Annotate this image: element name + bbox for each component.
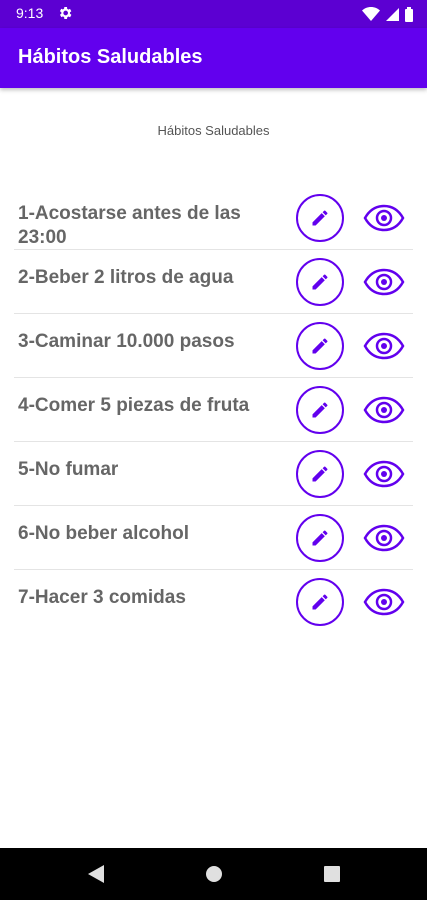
pencil-icon <box>312 338 328 354</box>
battery-icon <box>405 6 413 22</box>
view-button[interactable] <box>360 200 408 236</box>
eye-icon <box>363 588 405 616</box>
eye-icon <box>363 332 405 360</box>
home-button[interactable] <box>204 864 224 884</box>
habit-row: 4-Comer 5 piezas de fruta <box>0 378 427 442</box>
habit-row: 7-Hacer 3 comidas <box>0 570 427 634</box>
app-bar: Hábitos Saludables <box>0 28 427 88</box>
edit-button[interactable] <box>296 386 344 434</box>
eye-icon <box>363 204 405 232</box>
view-button[interactable] <box>360 520 408 556</box>
navigation-bar <box>0 848 427 900</box>
edit-button[interactable] <box>296 322 344 370</box>
pencil-icon <box>312 594 328 610</box>
recents-icon <box>324 866 340 882</box>
view-button[interactable] <box>360 584 408 620</box>
habit-list: 1-Acostarse antes de las 23:00 2-Beber 2… <box>0 186 427 634</box>
page-subtitle: Hábitos Saludables <box>157 123 270 138</box>
back-icon <box>88 865 104 883</box>
habit-row: 5-No fumar <box>0 442 427 506</box>
edit-button[interactable] <box>296 450 344 498</box>
view-button[interactable] <box>360 264 408 300</box>
habit-label: 4-Comer 5 piezas de fruta <box>18 395 250 416</box>
habit-label: 2-Beber 2 litros de agua <box>18 267 234 288</box>
habit-row: 3-Caminar 10.000 pasos <box>0 314 427 378</box>
habit-row: 1-Acostarse antes de las 23:00 <box>0 186 427 250</box>
eye-icon <box>363 396 405 424</box>
habit-label: 1-Acostarse antes de las 23:00 <box>18 203 241 248</box>
eye-icon <box>363 268 405 296</box>
pencil-icon <box>312 466 328 482</box>
app-bar-title: Hábitos Saludables <box>18 46 203 68</box>
habit-row: 6-No beber alcohol <box>0 506 427 570</box>
pencil-icon <box>312 210 328 226</box>
habit-label: 7-Hacer 3 comidas <box>18 587 186 608</box>
eye-icon <box>363 460 405 488</box>
pencil-icon <box>312 530 328 546</box>
pencil-icon <box>312 402 328 418</box>
back-button[interactable] <box>86 864 106 884</box>
edit-button[interactable] <box>296 514 344 562</box>
habit-label: 6-No beber alcohol <box>18 523 190 544</box>
view-button[interactable] <box>360 392 408 428</box>
pencil-icon <box>312 274 328 290</box>
status-time: 9:13 <box>16 5 44 21</box>
wifi-icon <box>362 7 380 21</box>
eye-icon <box>363 524 405 552</box>
gear-icon <box>59 7 72 19</box>
home-icon <box>206 866 222 882</box>
habit-label: 5-No fumar <box>18 459 119 480</box>
view-button[interactable] <box>360 328 408 364</box>
habit-label: 3-Caminar 10.000 pasos <box>18 331 235 352</box>
status-bar: 9:13 <box>0 0 427 28</box>
habit-row: 2-Beber 2 litros de agua <box>0 250 427 314</box>
edit-button[interactable] <box>296 578 344 626</box>
signal-icon <box>386 7 399 21</box>
edit-button[interactable] <box>296 258 344 306</box>
view-button[interactable] <box>360 456 408 492</box>
edit-button[interactable] <box>296 194 344 242</box>
recents-button[interactable] <box>322 864 342 884</box>
